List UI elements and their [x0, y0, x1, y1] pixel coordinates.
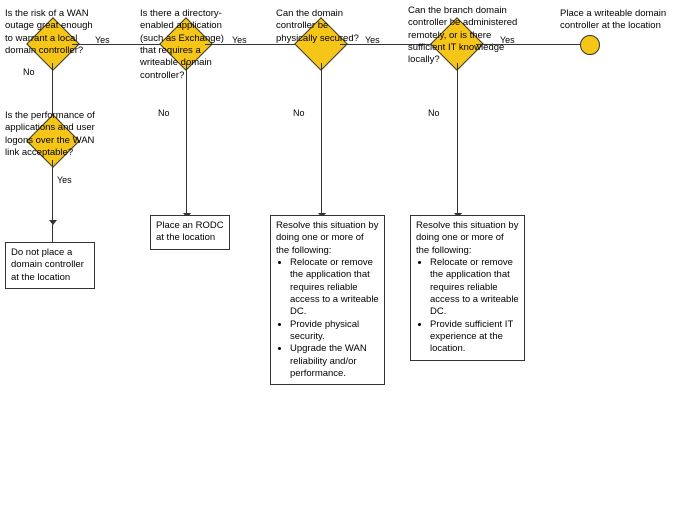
diamond-2-text: Is there a directory-enabled application…: [140, 8, 235, 82]
terminal-resolve1: Resolve this situation by doing one or m…: [270, 215, 385, 385]
diamond-1-text: Is the risk of a WAN outage great enough…: [5, 8, 95, 57]
resolve1-item3: Upgrade the WAN reliability and/or perfo…: [290, 343, 379, 380]
d1-yes-label: Yes: [95, 35, 110, 45]
resolve2-title: Resolve this situation by doing one or m…: [416, 220, 519, 257]
resolve1-item1: Relocate or remove the application that …: [290, 257, 379, 319]
terminal-no-dc: Do not place a domain controller at the …: [5, 242, 95, 289]
d2-yes-label: Yes: [232, 35, 247, 45]
perf-yes-label: Yes: [57, 175, 72, 185]
terminal-oval-place-dc: [580, 35, 600, 55]
d2-no-line: [186, 63, 187, 213]
terminal-resolve2: Resolve this situation by doing one or m…: [410, 215, 525, 361]
perf-yes-line: [52, 160, 53, 220]
d4-no-label: No: [428, 108, 440, 118]
resolve1-title: Resolve this situation by doing one or m…: [276, 220, 379, 257]
resolve1-list: Relocate or remove the application that …: [276, 257, 379, 380]
d2-no-label: No: [158, 108, 170, 118]
d4-yes-label: Yes: [500, 35, 515, 45]
d4-no-line: [457, 63, 458, 213]
d1-no-label: No: [23, 67, 35, 77]
terminal-rodc: Place an RODC at the location: [150, 215, 230, 250]
d3-yes-label: Yes: [365, 35, 380, 45]
diamond-3-text: Can the domain controller be physically …: [276, 8, 361, 45]
resolve2-list: Relocate or remove the application that …: [416, 257, 519, 356]
flowchart-container: Is the risk of a WAN outage great enough…: [0, 0, 681, 513]
d3-no-line: [321, 63, 322, 213]
diamond-perf-text: Is the performance of applications and u…: [5, 110, 95, 159]
resolve2-item1: Relocate or remove the application that …: [430, 257, 519, 319]
d4-yes-line: [476, 44, 581, 45]
resolve1-item2: Provide physical security.: [290, 319, 379, 344]
resolve2-item2: Provide sufficient IT experience at the …: [430, 319, 519, 356]
d3-no-label: No: [293, 108, 305, 118]
terminal-place-dc-text: Place a writeable domain controller at t…: [560, 8, 675, 33]
